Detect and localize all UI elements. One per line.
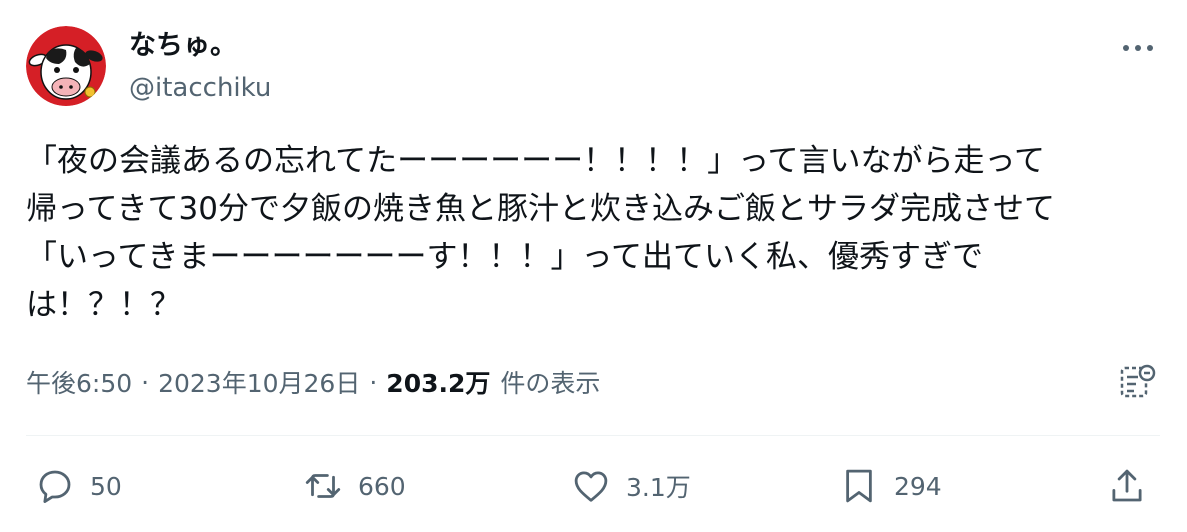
views-count: 203.2万 [386,369,491,398]
tweet-card: なちゅ。 @itacchiku 「夜の会議あるの忘れてたーーーーーー！！！！」っ… [0,0,1187,532]
reply-button[interactable]: 50 [34,465,122,507]
tweet-text-line: 帰ってきて30分で夕飯の焼き魚と豚汁と炊き込みご飯とサラダ完成させて [26,191,1055,227]
post-date[interactable]: 2023年10月26日 [158,364,360,400]
like-count: 3.1万 [626,473,691,502]
views-label: 件の表示 [500,369,601,398]
cow-avatar-icon [26,26,106,106]
display-name[interactable]: なちゅ。 [129,28,237,64]
tweet-text: 「夜の会議あるの忘れてたーーーーーー！！！！」って言いながら走って 帰ってきて3… [26,137,1166,329]
retweet-button[interactable]: 660 [302,465,406,507]
bookmark-icon [846,469,872,503]
reply-icon [39,470,71,503]
analytics-button[interactable] [1116,362,1158,402]
meta-separator: · [141,367,150,397]
share-icon [1112,469,1142,502]
heart-icon [574,471,608,502]
reply-count: 50 [90,471,122,501]
tweet-text-line: は！？！？ [26,287,181,323]
share-button[interactable] [1106,465,1148,507]
post-time[interactable]: 午後6:50 [26,364,132,400]
analytics-icon [1120,364,1156,398]
divider [26,435,1160,436]
bookmark-button[interactable]: 294 [838,465,942,507]
bookmark-count: 294 [894,471,942,501]
tweet-text-line: 「夜の会議あるの忘れてたーーーーーー！！！！」って言いながら走って [26,143,1045,179]
retweet-icon [305,474,341,498]
user-handle[interactable]: @itacchiku [129,70,271,106]
retweet-count: 660 [358,471,406,501]
tweet-text-line: 「いってきまーーーーーーーす！！！」って出ていく私、優秀すぎで [26,239,983,275]
tweet-meta: 午後6:50 · 2023年10月26日 · 203.2万 件の表示 [26,362,600,402]
avatar[interactable] [26,26,106,106]
more-button[interactable] [1118,36,1158,60]
like-button[interactable]: 3.1万 [570,465,691,507]
more-horizontal-icon [1123,45,1153,51]
meta-separator: · [369,367,378,397]
